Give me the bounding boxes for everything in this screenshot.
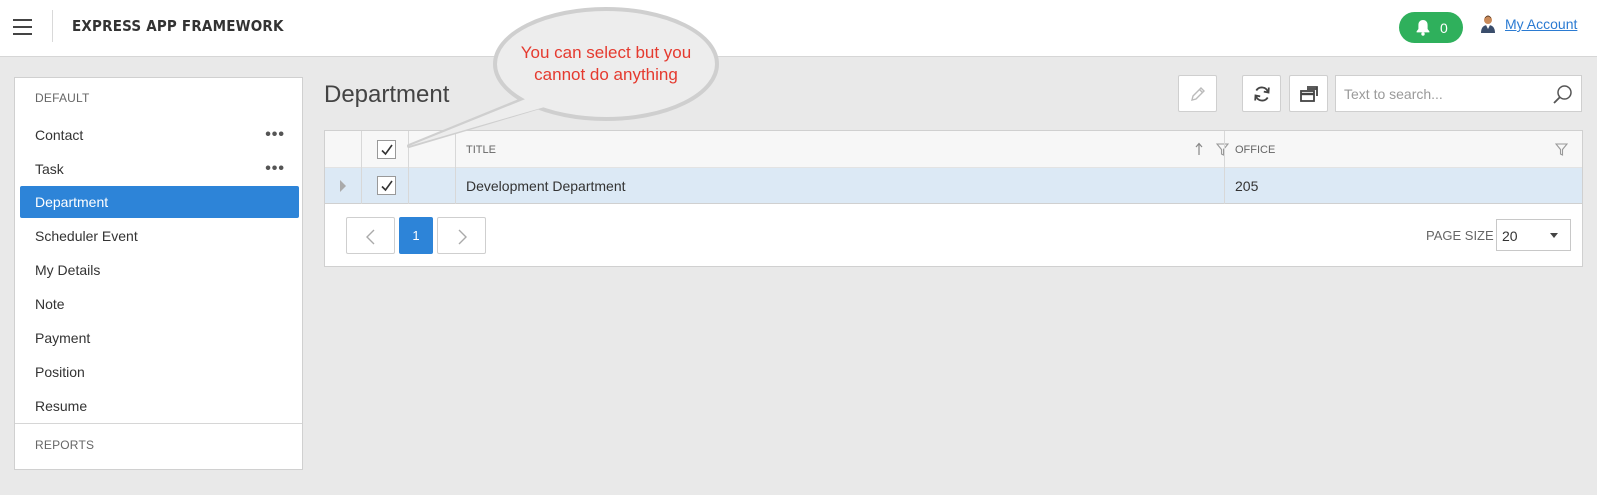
search-icon[interactable] xyxy=(1552,84,1573,105)
checkmark-icon xyxy=(381,144,393,156)
sidebar-navigation: DEFAULT Contact ••• Task ••• Department … xyxy=(14,77,303,470)
sidebar-item-contact[interactable]: Contact ••• xyxy=(20,119,299,151)
bell-icon xyxy=(1416,20,1430,36)
sidebar-item-position[interactable]: Position xyxy=(20,356,299,388)
edit-button[interactable] xyxy=(1178,75,1217,112)
row-checkbox[interactable] xyxy=(377,176,396,195)
sidebar-item-label: Payment xyxy=(35,330,91,346)
sidebar-item-task[interactable]: Task ••• xyxy=(20,153,299,185)
pencil-icon xyxy=(1191,87,1205,101)
page-title: Department xyxy=(324,81,450,108)
sidebar-item-label: Task xyxy=(35,161,64,177)
open-in-new-window-button[interactable] xyxy=(1289,75,1328,112)
search-input[interactable] xyxy=(1336,76,1546,111)
cell-office: 205 xyxy=(1235,178,1259,194)
nav-group-default[interactable]: DEFAULT xyxy=(35,91,90,105)
page-size-select[interactable]: 20 xyxy=(1496,219,1571,251)
my-account-link[interactable]: My Account xyxy=(1505,16,1577,32)
chevron-right-icon xyxy=(458,229,467,245)
column-divider xyxy=(408,131,409,204)
column-header-office[interactable]: OFFICE xyxy=(1235,144,1275,156)
sidebar-item-my-details[interactable]: My Details xyxy=(20,254,299,286)
sidebar-item-label: Position xyxy=(35,364,85,380)
nav-group-reports[interactable]: REPORTS xyxy=(35,438,94,452)
notifications-button[interactable]: 0 xyxy=(1399,12,1463,43)
filter-office-icon[interactable] xyxy=(1555,143,1568,156)
more-options-icon[interactable]: ••• xyxy=(265,153,285,185)
page-1-button[interactable]: 1 xyxy=(399,217,433,254)
hamburger-menu-icon[interactable] xyxy=(13,19,33,35)
table-row[interactable]: Development Department 205 xyxy=(325,168,1582,204)
column-divider xyxy=(361,131,362,204)
refresh-button[interactable] xyxy=(1242,75,1281,112)
department-grid: TITLE OFFICE Development Department 205 … xyxy=(324,130,1583,267)
search-box xyxy=(1335,75,1582,112)
reports-section: REPORTS xyxy=(15,423,302,469)
chevron-left-icon xyxy=(366,229,375,245)
user-avatar-icon xyxy=(1481,15,1495,33)
app-header: EXPRESS APP FRAMEWORK 0 My Account xyxy=(0,0,1597,57)
refresh-icon xyxy=(1254,86,1270,102)
previous-page-button[interactable] xyxy=(346,217,395,254)
checkmark-icon xyxy=(381,180,393,192)
filter-title-icon[interactable] xyxy=(1216,143,1229,156)
sidebar-item-note[interactable]: Note xyxy=(20,288,299,320)
column-divider xyxy=(1224,131,1225,204)
sidebar-item-payment[interactable]: Payment xyxy=(20,322,299,354)
next-page-button[interactable] xyxy=(437,217,486,254)
select-all-checkbox[interactable] xyxy=(377,140,396,159)
app-title: EXPRESS APP FRAMEWORK xyxy=(72,17,284,35)
grid-header-row: TITLE OFFICE xyxy=(325,131,1582,168)
sidebar-item-department[interactable]: Department xyxy=(20,186,299,218)
header-divider xyxy=(52,10,53,42)
more-options-icon[interactable]: ••• xyxy=(265,119,285,151)
cell-title: Development Department xyxy=(466,178,626,194)
expand-row-icon[interactable] xyxy=(340,180,346,192)
sidebar-item-label: Contact xyxy=(35,127,84,143)
sidebar-item-label: Scheduler Event xyxy=(35,228,138,244)
page-size-label: PAGE SIZE xyxy=(1426,228,1494,243)
sidebar-item-label: Department xyxy=(35,194,109,210)
chevron-down-icon xyxy=(1550,233,1558,238)
column-header-title[interactable]: TITLE xyxy=(466,144,496,156)
sidebar-item-label: My Details xyxy=(35,262,101,278)
sidebar-item-label: Note xyxy=(35,296,65,312)
sidebar-item-label: Resume xyxy=(35,398,88,414)
new-window-icon xyxy=(1300,86,1318,102)
sort-ascending-icon[interactable] xyxy=(1194,142,1204,156)
notification-count: 0 xyxy=(1440,20,1448,36)
sidebar-item-scheduler-event[interactable]: Scheduler Event xyxy=(20,220,299,252)
page-size-value: 20 xyxy=(1502,228,1518,244)
sidebar-item-resume[interactable]: Resume xyxy=(20,390,299,422)
column-divider xyxy=(455,131,456,204)
